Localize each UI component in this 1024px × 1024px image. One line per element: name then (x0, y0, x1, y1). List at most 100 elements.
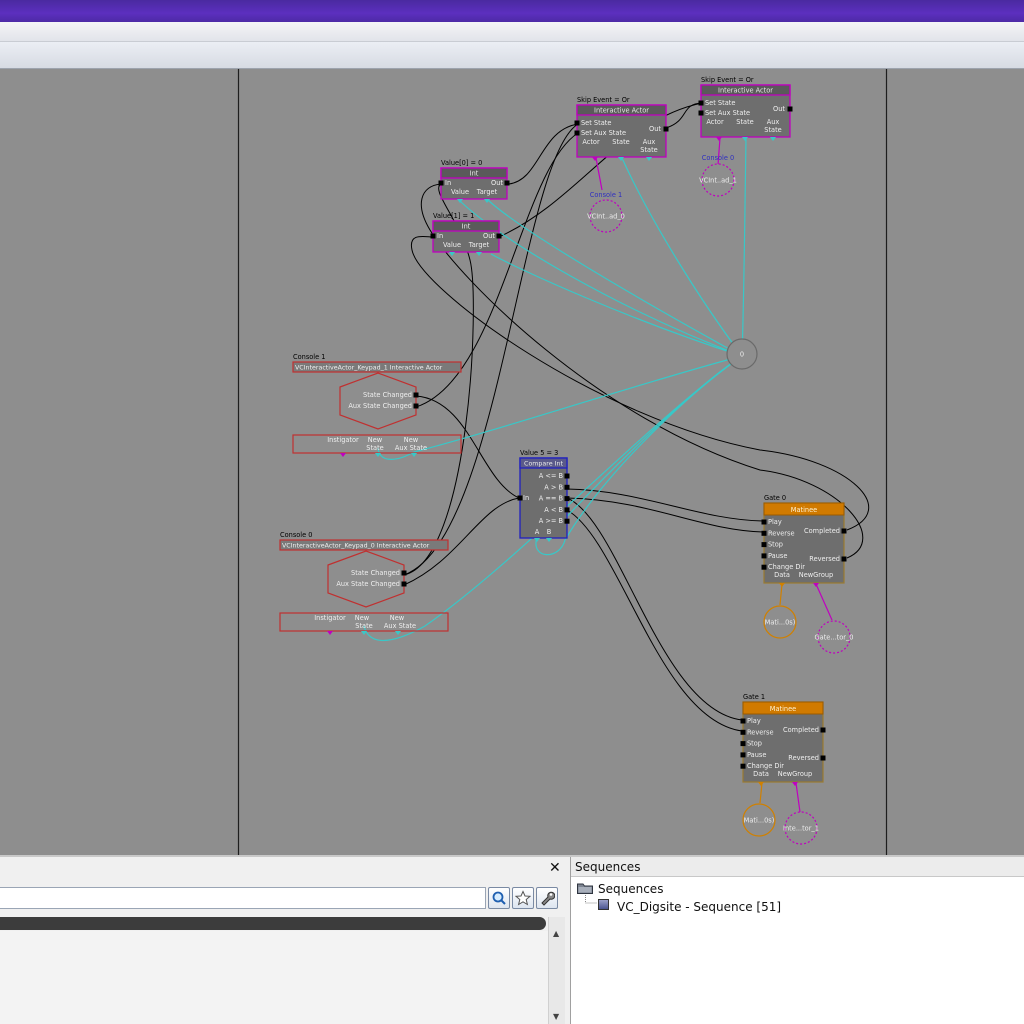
results-list (0, 931, 548, 1024)
gate0-out-1[interactable] (841, 556, 847, 562)
console1-aux-pin[interactable] (411, 453, 417, 457)
search-icon[interactable] (488, 887, 510, 909)
gate1-in-1[interactable] (740, 729, 746, 735)
skip-event-0-out[interactable] (663, 126, 669, 132)
gate1-out-1[interactable] (820, 755, 826, 761)
graph-svg[interactable]: Skip Event = Or Interactive Actor Set Stat… (0, 69, 1024, 855)
gate1-in-label-3: Pause (747, 751, 766, 759)
console1-title: VCInteractiveActor_Keypad_1 Interactive … (295, 365, 443, 372)
compare-out-4[interactable] (564, 518, 570, 524)
value0-in[interactable] (438, 180, 444, 186)
results-scrollbar[interactable]: ▲ ▼ (548, 917, 565, 1024)
gate1-in-3[interactable] (740, 752, 746, 758)
skip-event-1-actor-pin[interactable] (716, 137, 722, 141)
console0-newstate-pin[interactable] (361, 631, 367, 635)
skip-event-0-in-label-1: Set Aux State (581, 129, 626, 137)
value1-in[interactable] (430, 233, 436, 239)
compare-b-pin[interactable] (546, 538, 552, 542)
compare-out-3[interactable] (564, 507, 570, 513)
gate1-in-0[interactable] (740, 718, 746, 724)
gate0-data-pin[interactable] (779, 583, 785, 587)
console1-instigator-pin[interactable] (340, 453, 346, 457)
compare-out-2[interactable] (564, 496, 570, 502)
tree-root-sequences[interactable]: Sequences (598, 882, 663, 896)
skip-event-0-out-label: Out (649, 125, 661, 133)
gate0-in-label-0: Play (768, 518, 782, 526)
bottom-panels: ✕ ▲ ▼ Sequences Sequences VC_Digsite - S… (0, 855, 1024, 1024)
console0-out-1[interactable] (401, 581, 407, 587)
var-console0-top-label: VCInt..ad_1 (699, 177, 737, 185)
gate0-out-0[interactable] (841, 528, 847, 534)
console0-var-1b: State (355, 622, 372, 630)
scroll-up-icon[interactable]: ▲ (553, 929, 559, 938)
compare-in-label: In (523, 494, 529, 502)
search-input[interactable] (0, 887, 486, 909)
star-icon[interactable] (512, 887, 534, 909)
gate1-in-2[interactable] (740, 741, 746, 747)
skip-event-0-title: Interactive Actor (594, 107, 649, 115)
gate1-newgroup-pin[interactable] (792, 782, 798, 786)
results-header-bar (0, 917, 546, 930)
skip-event-1-in-0[interactable] (698, 100, 704, 106)
gate0-newgroup-pin[interactable] (813, 583, 819, 587)
skip-event-0-in-0[interactable] (574, 120, 580, 126)
kismet-graph-canvas[interactable]: Skip Event = Or Interactive Actor Set Stat… (0, 69, 1024, 855)
console1-hexagon[interactable] (339, 372, 417, 430)
close-icon[interactable]: ✕ (549, 860, 561, 876)
gate0-in-1[interactable] (761, 530, 767, 536)
value1-title: Int (462, 223, 471, 231)
value1-caption: Value[1] = 1 (433, 212, 474, 220)
console0-out-0[interactable] (401, 570, 407, 576)
skip-event-1-aux-pin[interactable] (770, 137, 776, 141)
compare-in[interactable] (517, 495, 523, 501)
console1-out-0[interactable] (413, 392, 419, 398)
value1-target-pin[interactable] (476, 252, 482, 256)
gate0-in-2[interactable] (761, 542, 767, 548)
value1-out[interactable] (496, 233, 502, 239)
console0-hexagon[interactable] (327, 550, 405, 608)
skip-event-1-out[interactable] (787, 106, 793, 112)
gate0-in-4[interactable] (761, 564, 767, 570)
console1-out-label-1: Aux State Changed (348, 402, 412, 410)
value0-out[interactable] (504, 180, 510, 186)
compare-title: Compare Int (524, 461, 563, 468)
var-link-compare-b (547, 355, 743, 538)
compare-out-0[interactable] (564, 473, 570, 479)
gate1-out-0[interactable] (820, 727, 826, 733)
skip-event-0-in-1[interactable] (574, 130, 580, 136)
compare-out-1[interactable] (564, 484, 570, 490)
console0-instigator-pin[interactable] (327, 631, 333, 635)
gate0-in-3[interactable] (761, 553, 767, 559)
gate1-in-label-2: Stop (747, 740, 762, 748)
skip-event-0-actor-pin[interactable] (592, 157, 598, 161)
skip-event-1-state-pin[interactable] (742, 137, 748, 141)
gate1-in-4[interactable] (740, 763, 746, 769)
console0-out-label-1: Aux State Changed (336, 580, 400, 588)
skip-event-1-in-label-1: Set Aux State (705, 109, 750, 117)
skip-event-1-in-1[interactable] (698, 110, 704, 116)
compare-caption: Value 5 = 3 (520, 449, 558, 457)
link-compare-lt-to-gate1-play (566, 497, 743, 721)
wrench-icon[interactable] (536, 887, 558, 909)
skip-event-0-caption: Skip Event = Or (577, 96, 630, 104)
tree-item-vc-digsite[interactable]: VC_Digsite - Sequence [51] (617, 900, 781, 914)
scroll-down-icon[interactable]: ▼ (553, 1012, 559, 1021)
skip-event-0-in-label-0: Set State (581, 119, 611, 127)
gate0-in-0[interactable] (761, 519, 767, 525)
console0-var-1a: New (355, 614, 370, 622)
console0-out-label-0: State Changed (351, 569, 400, 577)
console0-aux-pin[interactable] (395, 631, 401, 635)
compare-a-pin[interactable] (534, 538, 540, 542)
obj-link-gate1-newgroup (795, 782, 801, 813)
skip-event-0-var-1: State (612, 138, 629, 146)
link-value0-out-to-skip0 (508, 123, 579, 185)
gate1-data-pin[interactable] (758, 782, 764, 786)
gate0-caption: Gate 0 (764, 494, 786, 502)
var-mat0-label: Mati...0s) (765, 619, 796, 627)
compare-out-label-3: A < B (544, 506, 563, 514)
value0-out-label: Out (491, 179, 503, 187)
menu-bar (0, 22, 1024, 42)
skip-event-0-aux-pin[interactable] (646, 157, 652, 161)
value1-value-pin[interactable] (449, 252, 455, 256)
console1-out-1[interactable] (413, 403, 419, 409)
